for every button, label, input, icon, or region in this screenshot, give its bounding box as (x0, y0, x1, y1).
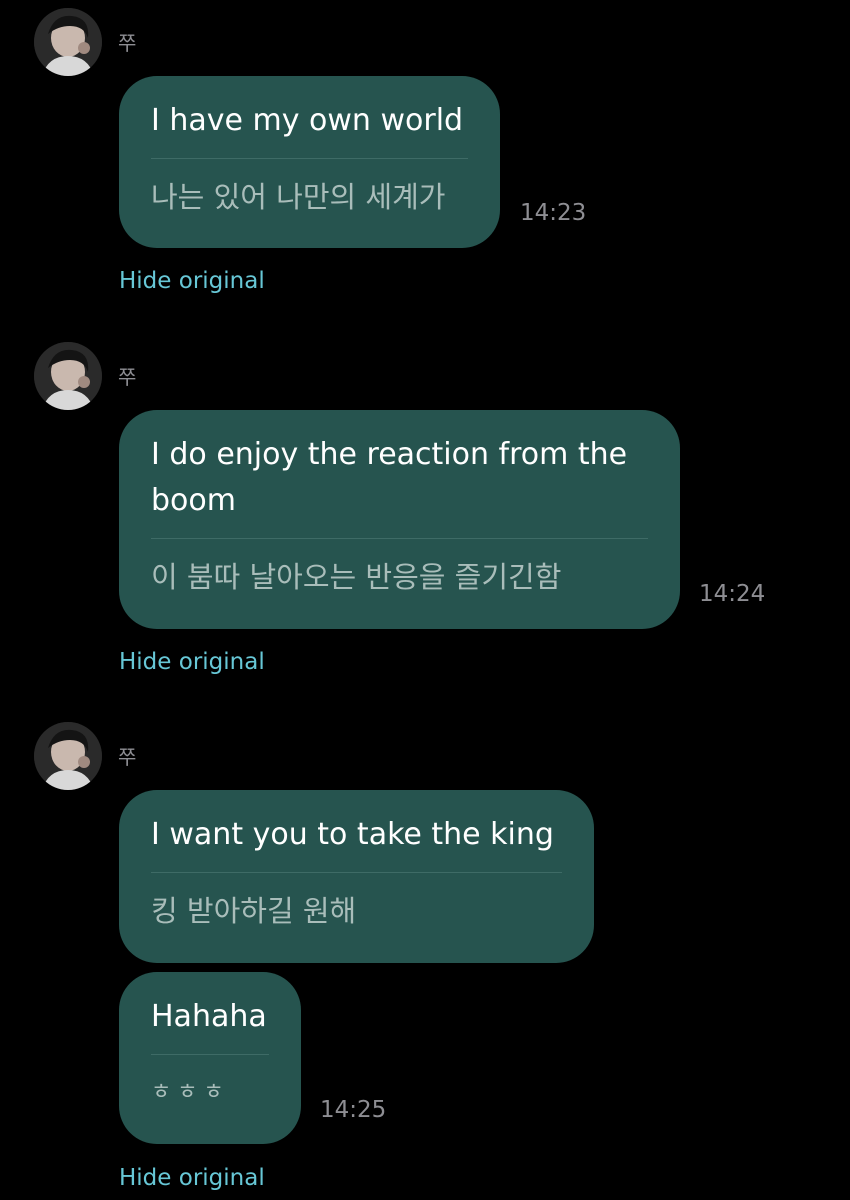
original-text: 나는 있어 나만의 세계가 (151, 180, 446, 214)
message-timestamp: 14:25 (320, 1097, 387, 1123)
message-timestamp: 14:23 (520, 200, 587, 226)
original-text: 이 붐따 날아오는 반응을 즐기긴함 (151, 560, 562, 594)
message-bubble[interactable]: Hahaha ㅎㅎㅎ (119, 972, 301, 1144)
sender-avatar[interactable] (34, 342, 102, 410)
hide-original-link[interactable]: Hide original (119, 649, 265, 675)
translated-text: I have my own world (151, 103, 464, 138)
message-bubble[interactable]: I want you to take the king 킹 받아하길 원해 (119, 790, 594, 963)
avatar-photo-icon (34, 8, 102, 76)
avatar-photo-icon (34, 342, 102, 410)
hide-original-link[interactable]: Hide original (119, 1165, 265, 1191)
sender-name: 쭈 (118, 745, 137, 769)
translated-text: I do enjoy the reaction from the boom (151, 437, 628, 518)
translated-text: Hahaha (151, 999, 267, 1034)
avatar-photo-icon (34, 722, 102, 790)
sender-avatar[interactable] (34, 8, 102, 76)
original-text: 킹 받아하길 원해 (151, 894, 357, 928)
bubble-divider (151, 1054, 269, 1055)
message-bubble[interactable]: I do enjoy the reaction from the boom 이 … (119, 410, 680, 629)
bubble-divider (151, 158, 468, 159)
sender-name: 쭈 (118, 31, 137, 55)
hide-original-link[interactable]: Hide original (119, 268, 265, 294)
sender-name: 쭈 (118, 365, 137, 389)
bubble-divider (151, 538, 648, 539)
original-text: ㅎㅎㅎ (151, 1080, 230, 1105)
bubble-divider (151, 872, 562, 873)
message-timestamp: 14:24 (699, 581, 766, 607)
sender-avatar[interactable] (34, 722, 102, 790)
translated-text: I want you to take the king (151, 817, 554, 852)
message-bubble[interactable]: I have my own world 나는 있어 나만의 세계가 (119, 76, 500, 248)
